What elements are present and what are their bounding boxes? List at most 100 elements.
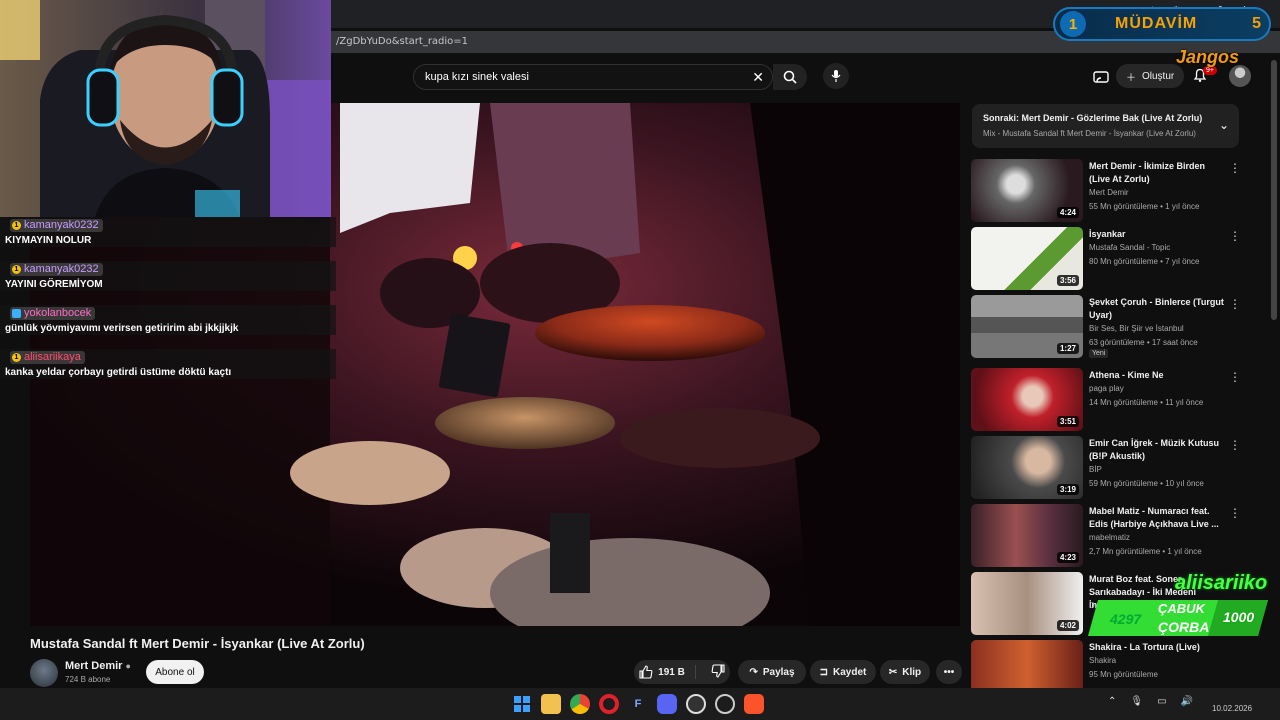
clip-button[interactable]: ✂ Klip — [880, 660, 930, 684]
chat-username-text[interactable]: yokolanbocek — [24, 307, 91, 319]
recommendation-title[interactable]: Mert Demir - İkimize Birden (Live At Zor… — [1089, 160, 1224, 186]
close-icon[interactable]: ✕ — [752, 69, 764, 86]
video-thumbnail[interactable] — [971, 640, 1083, 688]
chat-username-text[interactable]: kamanyak0232 — [24, 263, 99, 275]
channel-name[interactable]: Mert Demir ● — [65, 660, 131, 672]
file-explorer-icon[interactable] — [541, 694, 561, 714]
save-label: Kaydet — [833, 666, 867, 678]
more-vertical-icon[interactable]: ⋮ — [1229, 506, 1241, 520]
up-next-panel[interactable]: Sonraki: Mert Demir - Gözlerime Bak (Liv… — [972, 104, 1239, 148]
recommendation-title[interactable]: Emir Can İğrek - Müzik Kutusu (B!P Akust… — [1089, 437, 1224, 463]
chrome-icon[interactable] — [570, 694, 590, 714]
volume-icon[interactable]: 🔊 — [1181, 696, 1193, 707]
chat-message: 1 kamanyak0232 KIYMAYIN NOLUR — [0, 217, 336, 247]
windows-start-icon[interactable] — [512, 694, 532, 714]
recommendation-title[interactable]: İsyankar — [1089, 228, 1224, 241]
rank-number: 1 — [1060, 11, 1086, 37]
video-title: Mustafa Sandal ft Mert Demir - İsyankar … — [30, 636, 365, 651]
obs-icon[interactable] — [686, 694, 706, 714]
duration-badge: 4:02 — [1056, 620, 1079, 631]
recommendation-channel[interactable]: paga play — [1089, 384, 1124, 393]
voice-search-button[interactable] — [823, 63, 849, 89]
chat-badge: 1 — [12, 353, 21, 362]
duration-badge: 4:23 — [1056, 552, 1079, 563]
dislike-button[interactable] — [701, 663, 725, 681]
recommendation-item[interactable]: 3:19 Emir Can İğrek - Müzik Kutusu (B!P … — [971, 436, 1251, 500]
chat-username-text[interactable]: aliisariikaya — [24, 351, 81, 363]
clock[interactable]: 10.02.2026 — [1212, 704, 1252, 713]
donation-alert-word2: ÇORBA — [1158, 619, 1210, 635]
chat-text: kanka yeldar çorbayı getirdi üstüme dökt… — [5, 367, 232, 378]
recommendation-title[interactable]: Şevket Çoruh - Binlerce (Turgut Uyar) — [1089, 296, 1224, 322]
scissors-icon: ✂ — [888, 666, 898, 678]
recommendation-title[interactable]: Athena - Kime Ne — [1089, 369, 1224, 382]
duration-badge: 3:56 — [1056, 275, 1079, 286]
recommendation-item[interactable]: 1:27 Şevket Çoruh - Binlerce (Turgut Uya… — [971, 295, 1251, 359]
search-icon — [783, 70, 797, 84]
video-thumbnail[interactable]: 3:56 — [971, 227, 1083, 290]
discord-icon[interactable] — [657, 694, 677, 714]
cast-icon[interactable] — [1092, 68, 1110, 86]
video-thumbnail[interactable]: 4:23 — [971, 504, 1083, 567]
recommendation-channel[interactable]: Shakira — [1089, 656, 1116, 665]
chat-username-text[interactable]: kamanyak0232 — [24, 219, 99, 231]
like-button[interactable]: 191 B — [639, 665, 696, 679]
chat-badge: 1 — [12, 221, 21, 230]
brave-icon[interactable] — [744, 694, 764, 714]
recommendation-item[interactable]: Shakira - La Tortura (Live) Shakira 95 M… — [971, 640, 1251, 688]
opera-icon[interactable] — [599, 694, 619, 714]
more-vertical-icon[interactable]: ⋮ — [1229, 297, 1241, 311]
channel-avatar[interactable] — [30, 659, 58, 687]
create-button[interactable]: ＋ Oluştur — [1116, 64, 1185, 88]
loyalty-label: MÜDAVİM — [1115, 15, 1198, 32]
screen: ☆ ⚙ ■ ⬇ ⋮ /ZgDbYuDo&start_radio=1 kupa k… — [0, 0, 1280, 720]
search-button[interactable] — [773, 64, 807, 90]
more-actions-button[interactable]: ••• — [936, 660, 962, 684]
chevron-down-icon[interactable]: ⌄ — [1219, 118, 1229, 132]
channel-name-text[interactable]: Mert Demir — [65, 660, 122, 672]
video-thumbnail[interactable]: 3:19 — [971, 436, 1083, 499]
chat-username[interactable]: 1 kamanyak0232 — [10, 263, 103, 276]
chat-username[interactable]: yokolanbocek — [10, 307, 96, 320]
recommendation-meta: 80 Mn görüntüleme • 7 yıl önce — [1089, 257, 1200, 266]
subscribe-button[interactable]: Abone ol — [146, 660, 204, 684]
microphone-tray-icon[interactable]: 🎙 — [1130, 696, 1143, 707]
more-vertical-icon[interactable]: ⋮ — [1229, 370, 1241, 384]
more-vertical-icon[interactable]: ⋮ — [1229, 438, 1241, 452]
recommendation-title[interactable]: Shakira - La Tortura (Live) — [1089, 641, 1224, 654]
share-button[interactable]: ↷ Paylaş — [738, 660, 806, 684]
avatar[interactable] — [1229, 65, 1251, 87]
recommendation-channel[interactable]: mabelmatiz — [1089, 533, 1130, 542]
video-thumbnail[interactable]: 1:27 — [971, 295, 1083, 358]
app-icon[interactable]: F — [628, 694, 648, 714]
recommendation-meta: 55 Mn görüntüleme • 1 yıl önce — [1089, 202, 1200, 211]
chat-username[interactable]: 1 kamanyak0232 — [10, 219, 103, 232]
recommendation-channel[interactable]: BİP — [1089, 465, 1102, 474]
chevron-up-icon[interactable]: ⌃ — [1108, 696, 1116, 707]
recommendation-item[interactable]: 4:23 Mabel Matiz - Numaracı feat. Edis (… — [971, 504, 1251, 568]
taskbar-apps: F — [512, 694, 764, 714]
battery-icon[interactable]: ▭ — [1157, 696, 1166, 707]
more-vertical-icon[interactable]: ⋮ — [1229, 161, 1241, 175]
video-thumbnail[interactable]: 4:02 — [971, 572, 1083, 635]
video-thumbnail[interactable]: 3:51 — [971, 368, 1083, 431]
recommendation-item[interactable]: 3:51 Athena - Kime Ne paga play 14 Mn gö… — [971, 368, 1251, 432]
recommendation-channel[interactable]: Mustafa Sandal - Topic — [1089, 243, 1170, 252]
url-text[interactable]: /ZgDbYuDo&start_radio=1 — [336, 36, 468, 47]
chat-username[interactable]: 1 aliisariikaya — [10, 351, 85, 364]
search-query[interactable]: kupa kızı sinek valesi — [425, 71, 529, 83]
recommendation-item[interactable]: 3:56 İsyankar Mustafa Sandal - Topic 80 … — [971, 227, 1251, 291]
recommendation-channel[interactable]: Mert Demir — [1089, 188, 1129, 197]
recommendation-item[interactable]: 4:24 Mert Demir - İkimize Birden (Live A… — [971, 159, 1251, 223]
chatgpt-icon[interactable] — [715, 694, 735, 714]
recommendation-meta: 95 Mn görüntüleme — [1089, 670, 1158, 679]
donation-alert-value: 1000 — [1223, 609, 1255, 625]
thumbs-down-icon — [711, 663, 725, 678]
recommendation-title[interactable]: Mabel Matiz - Numaracı feat. Edis (Harbi… — [1089, 505, 1224, 531]
recommendation-channel[interactable]: Bir Ses, Bir Şiir ve İstanbul — [1089, 324, 1184, 333]
more-vertical-icon[interactable]: ⋮ — [1229, 229, 1241, 243]
save-button[interactable]: ⊐ Kaydet — [810, 660, 876, 684]
video-thumbnail[interactable]: 4:24 — [971, 159, 1083, 222]
scrollbar[interactable] — [1271, 60, 1277, 320]
search-input[interactable]: kupa kızı sinek valesi ✕ — [413, 64, 773, 90]
